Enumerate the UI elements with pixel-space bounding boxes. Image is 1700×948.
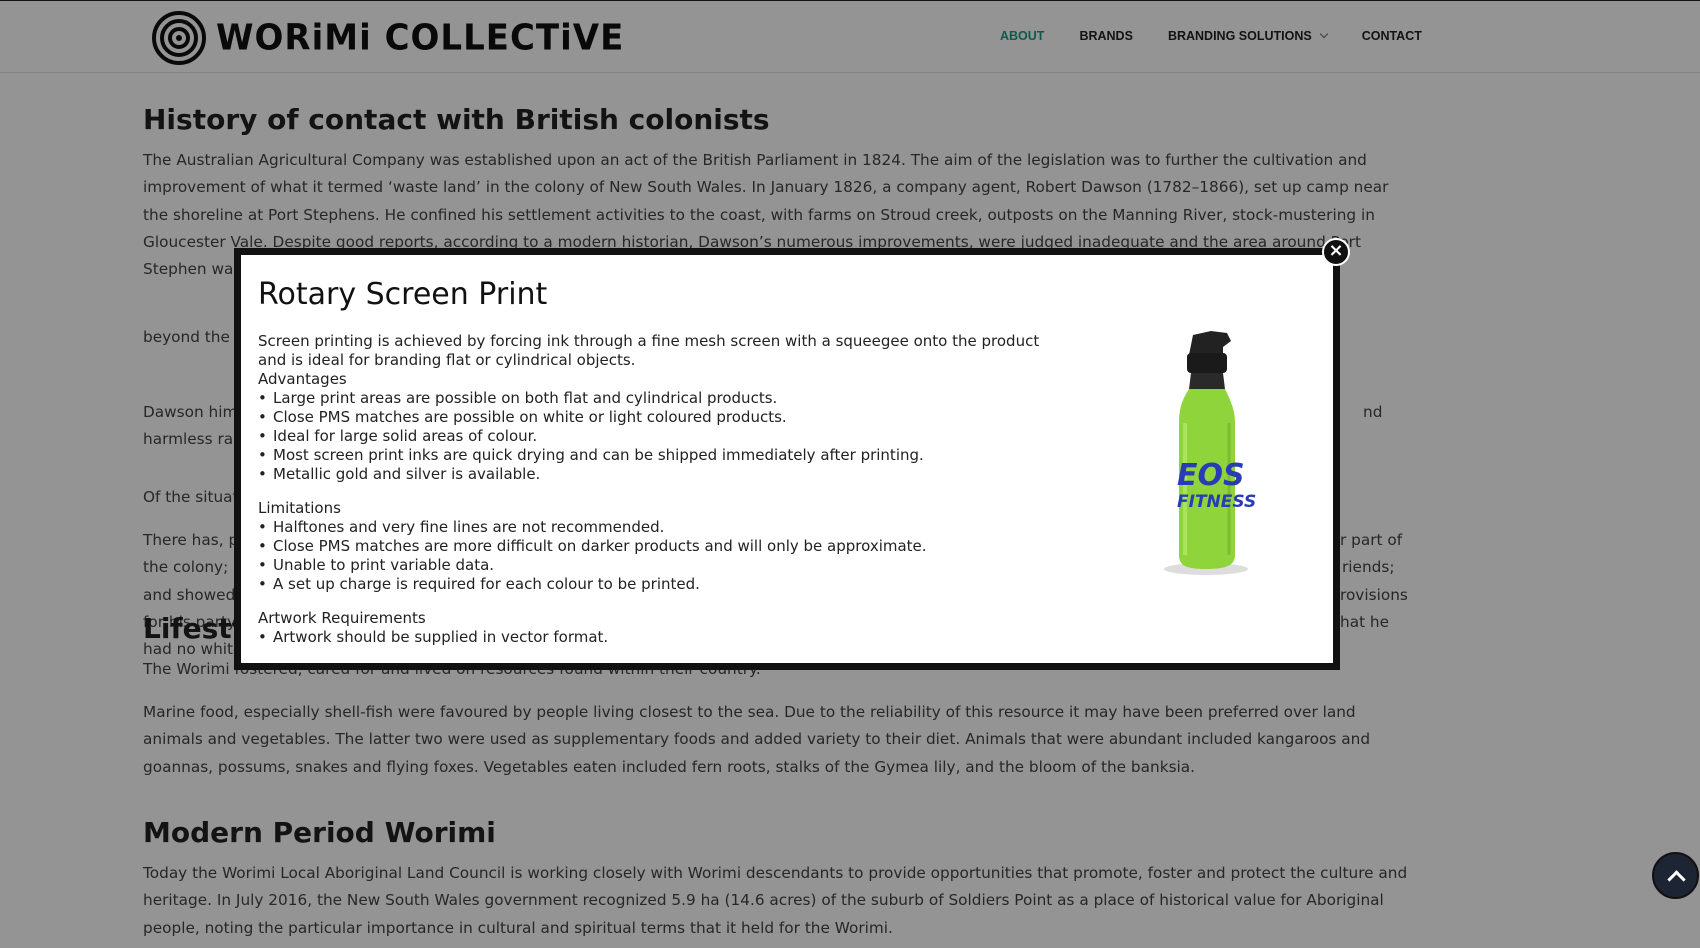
- chevron-up-icon: [1667, 870, 1686, 889]
- advantages-heading: Advantages: [258, 370, 347, 388]
- list-item: Large print areas are possible on both f…: [258, 389, 1058, 408]
- list-item: Halftones and very fine lines are not re…: [258, 518, 1058, 537]
- modal-title: Rotary Screen Print: [258, 277, 548, 312]
- advantages-list: Large print areas are possible on both f…: [258, 389, 1058, 484]
- close-button[interactable]: ×: [1322, 238, 1350, 266]
- limitations-list: Halftones and very fine lines are not re…: [258, 518, 1058, 594]
- list-item: Ideal for large solid areas of colour.: [258, 427, 1058, 446]
- list-item: Most screen print inks are quick drying …: [258, 446, 1058, 465]
- list-item: Close PMS matches are more difficult on …: [258, 537, 1058, 556]
- svg-text:FITNESS: FITNESS: [1177, 492, 1256, 512]
- intro-text: Screen printing is achieved by forcing i…: [258, 332, 1040, 369]
- list-item: Close PMS matches are possible on white …: [258, 408, 1058, 427]
- list-item: Unable to print variable data.: [258, 556, 1058, 575]
- rotary-screen-print-modal: × Rotary Screen Print Screen printing is…: [234, 238, 1350, 670]
- bottle-print-text: EOS: [1177, 458, 1245, 493]
- list-item: A set up charge is required for each col…: [258, 575, 1058, 594]
- list-item: Artwork should be supplied in vector for…: [258, 628, 1058, 647]
- artwork-heading: Artwork Requirements: [258, 609, 426, 627]
- artwork-list: Artwork should be supplied in vector for…: [258, 628, 1058, 647]
- modal-body: Screen printing is achieved by forcing i…: [258, 332, 1058, 647]
- back-to-top-button[interactable]: [1652, 852, 1699, 899]
- close-icon: ×: [1328, 240, 1344, 261]
- green-water-bottle-image: EOS FITNESS: [1164, 331, 1256, 575]
- list-item: Metallic gold and silver is available.: [258, 465, 1058, 484]
- limitations-heading: Limitations: [258, 499, 341, 517]
